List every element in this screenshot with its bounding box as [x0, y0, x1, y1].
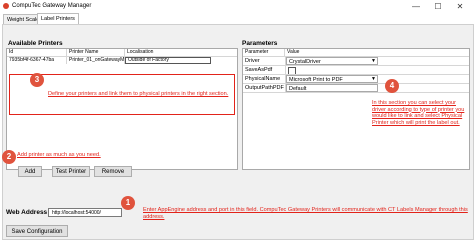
web-address-label: Web Address [6, 209, 48, 216]
physical-printer-select[interactable]: Microsoft Print to PDF [286, 75, 378, 83]
annotation-badge-1: 1 [121, 196, 135, 210]
grid-divider [243, 92, 469, 93]
table-row[interactable]: 7935bf4f-6367-47ba Printer_01_onGatewayM… [7, 57, 237, 64]
annotation-badge-2: 2 [2, 150, 16, 164]
printer-name-cell[interactable]: Printer_01_onGatewayMachine [67, 57, 125, 64]
annotation-badge-3: 3 [30, 73, 44, 87]
column-header-id[interactable]: Id [7, 49, 67, 56]
column-header-printer-name[interactable]: Printer Name [67, 49, 125, 56]
annotation-note-2: Add printer as much as you need. [17, 152, 101, 158]
printer-localisation-cell[interactable]: Outside of Factory [125, 57, 211, 64]
available-printers-title: Available Printers [8, 40, 63, 47]
grid-divider [243, 65, 469, 66]
annotation-note-4: In this section you can select your driv… [372, 100, 465, 126]
window-title: CompuTec Gateway Manager [12, 3, 92, 9]
close-button[interactable]: ✕ [450, 1, 470, 12]
minimize-button[interactable]: — [406, 1, 426, 12]
param-name-saveaspdf: SaveAsPdf [245, 67, 273, 73]
add-button[interactable]: Add [18, 166, 42, 177]
parameters-title: Parameters [242, 40, 278, 47]
web-address-input[interactable]: http://localhost:54000/ [48, 208, 122, 217]
test-printer-button[interactable]: Test Printer [52, 166, 90, 177]
param-name-outputpathpdf: OutputPathPDF [245, 85, 284, 91]
printers-header: Id Printer Name Localisation [7, 49, 237, 57]
annotation-note-1: Enter AppEngine address and port in this… [143, 207, 468, 220]
column-header-localisation[interactable]: Localisation [125, 49, 237, 56]
driver-select[interactable]: CrystalDriver [286, 57, 378, 65]
param-name-physicalname: PhysicalName [245, 76, 281, 82]
annotation-note-3: Define your printers and link them to ph… [48, 91, 229, 97]
printer-id-cell[interactable]: 7935bf4f-6367-47ba [7, 57, 67, 64]
param-name-driver: Driver [245, 58, 260, 64]
parameters-header: Parameter Value [243, 49, 469, 57]
grid-divider [243, 83, 469, 84]
remove-button[interactable]: Remove [94, 166, 132, 177]
maximize-button[interactable]: ☐ [428, 1, 448, 12]
chevron-down-icon[interactable]: ▼ [371, 58, 376, 64]
column-header-parameter[interactable]: Parameter [243, 49, 285, 56]
app-logo-icon [3, 3, 9, 9]
grid-divider [243, 74, 469, 75]
column-header-value[interactable]: Value [285, 49, 469, 56]
annotation-badge-4: 4 [385, 79, 399, 93]
output-path-input[interactable]: Default [286, 84, 378, 92]
save-configuration-button[interactable]: Save Configuration [6, 225, 68, 237]
chevron-down-icon[interactable]: ▼ [371, 76, 376, 82]
